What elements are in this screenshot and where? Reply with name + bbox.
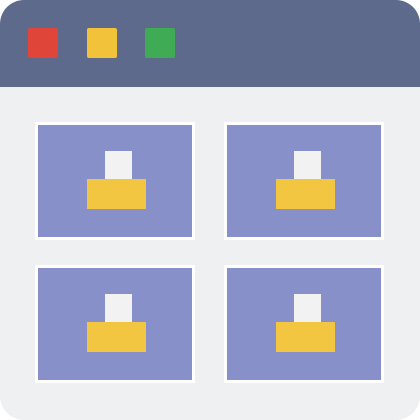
grid-tile[interactable]	[224, 265, 384, 383]
app-window	[0, 0, 420, 420]
document-tray-icon-top	[105, 294, 132, 323]
minimize-button[interactable]	[87, 28, 117, 58]
document-tray-icon-base	[276, 179, 335, 209]
title-bar	[0, 0, 420, 87]
maximize-button[interactable]	[145, 28, 175, 58]
tile-grid	[0, 87, 420, 420]
document-tray-icon-base	[87, 179, 146, 209]
document-tray-icon-base	[87, 322, 146, 352]
document-tray-icon-top	[294, 151, 321, 180]
grid-tile[interactable]	[35, 122, 195, 240]
document-tray-icon-top	[294, 294, 321, 323]
grid-tile[interactable]	[224, 122, 384, 240]
document-tray-icon-base	[276, 322, 335, 352]
close-button[interactable]	[28, 28, 58, 58]
grid-tile[interactable]	[35, 265, 195, 383]
document-tray-icon-top	[105, 151, 132, 180]
